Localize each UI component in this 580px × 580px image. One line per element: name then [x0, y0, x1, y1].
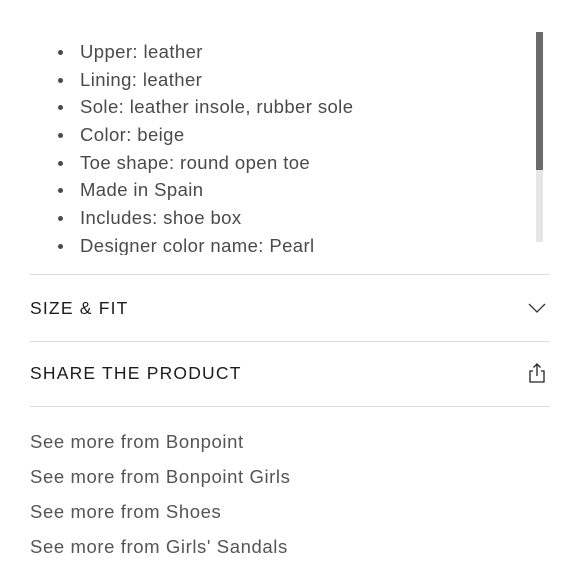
detail-item-text: Lining: leather — [80, 68, 203, 90]
see-more-link[interactable]: See more from Bonpoint — [30, 424, 550, 459]
detail-item-text: Upper: leather — [80, 41, 203, 62]
see-more-links: See more from Bonpoint See more from Bon… — [30, 424, 550, 564]
scrollbar-thumb[interactable] — [536, 32, 543, 170]
detail-item: Sole: leather insole, rubber sole — [30, 93, 353, 121]
detail-item-text: Toe shape: round open toe — [80, 151, 311, 173]
detail-item-text: Made in Spain — [80, 179, 204, 201]
detail-item: Toe shape: round open toe — [30, 149, 353, 177]
size-fit-accordion[interactable]: SIZE & FIT — [30, 275, 550, 341]
bullet-icon — [58, 50, 63, 55]
product-details-list: Upper: leather Lining: leather Sole: lea… — [30, 38, 353, 255]
detail-item: Designer color name: Pearl — [30, 232, 353, 255]
bullet-icon — [58, 188, 63, 194]
size-fit-title: SIZE & FIT — [30, 297, 129, 318]
detail-item-text: Includes: shoe box — [80, 207, 242, 229]
bullet-icon — [58, 243, 63, 249]
detail-item: Made in Spain — [30, 176, 353, 204]
share-product-title: SHARE THE PRODUCT — [30, 362, 242, 383]
detail-item-text: Sole: leather insole, rubber sole — [80, 96, 354, 118]
bullet-icon — [58, 216, 63, 222]
see-more-link[interactable]: See more from Bonpoint Girls — [30, 459, 550, 494]
bullet-icon — [58, 160, 63, 166]
divider — [30, 406, 550, 407]
share-icon[interactable] — [526, 362, 548, 384]
product-details-panel: Upper: leather Lining: leather Sole: lea… — [30, 30, 550, 255]
detail-item: Upper: leather — [30, 38, 353, 66]
share-product-row[interactable]: SHARE THE PRODUCT — [30, 340, 550, 406]
detail-item-text: Designer color name: Pearl — [80, 234, 315, 255]
detail-item: Lining: leather — [30, 66, 353, 94]
details-scrollbar[interactable] — [536, 32, 543, 242]
see-more-link[interactable]: See more from Shoes — [30, 494, 550, 529]
detail-item-text: Color: beige — [80, 124, 185, 146]
see-more-link[interactable]: See more from Girls' Sandals — [30, 529, 550, 564]
detail-item: Color: beige — [30, 121, 353, 149]
detail-item: Includes: shoe box — [30, 204, 353, 232]
bullet-icon — [58, 77, 63, 83]
bullet-icon — [58, 105, 63, 111]
chevron-down-icon[interactable] — [526, 297, 548, 319]
bullet-icon — [58, 133, 63, 139]
